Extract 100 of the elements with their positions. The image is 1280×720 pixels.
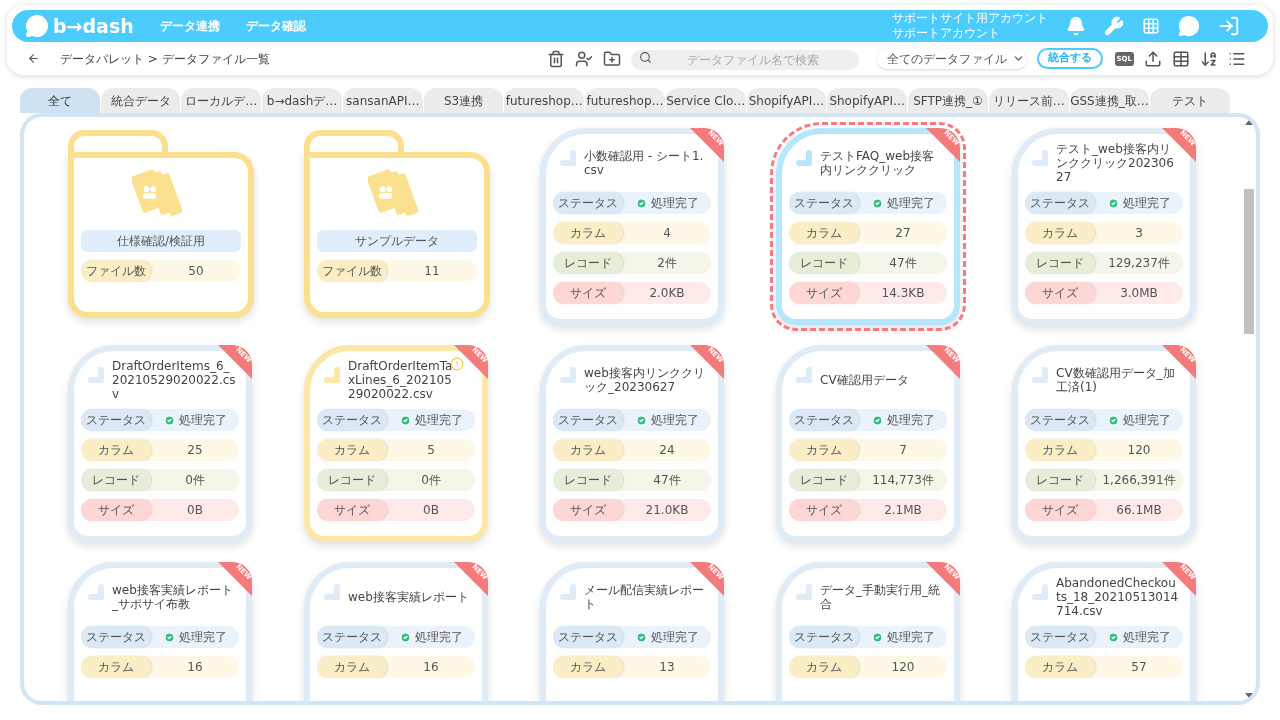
field-label: サイズ <box>553 499 623 521</box>
file-fold-icon <box>560 584 576 600</box>
tab[interactable]: SFTP連携_① <box>908 88 988 113</box>
field-value: 処理完了 <box>1122 412 1171 429</box>
field-value: 2.1MB <box>884 502 922 519</box>
field-value: 2件 <box>657 255 677 272</box>
tab[interactable]: テスト <box>1150 88 1230 113</box>
field-label: レコード <box>789 469 859 491</box>
field-value: 21.0KB <box>645 502 689 519</box>
folder-name: 仕様確認/検証用 <box>81 230 241 252</box>
field-label: サイズ <box>81 499 151 521</box>
file-fold-icon <box>88 367 104 383</box>
file-fold-icon <box>1032 150 1048 166</box>
field-value: 66.1MB <box>1116 502 1162 519</box>
file-fold-icon <box>1032 367 1048 383</box>
field-value: 24 <box>659 442 675 459</box>
field-value: 120 <box>891 659 915 676</box>
folder-plus-icon[interactable] <box>602 49 621 68</box>
field-label: レコード <box>553 252 623 274</box>
field-label: カラム <box>553 439 623 461</box>
field-label: サイズ <box>1025 499 1095 521</box>
field-value: 処理完了 <box>650 412 699 429</box>
field-value: 114,773件 <box>872 472 934 489</box>
tab[interactable]: 全て <box>20 88 100 113</box>
back-icon[interactable] <box>27 52 40 65</box>
check-icon <box>163 414 175 426</box>
tab[interactable]: b→dashデ… <box>262 88 342 113</box>
check-icon <box>163 631 175 643</box>
field-value: 4 <box>663 225 671 242</box>
file-fold-icon <box>1032 584 1048 600</box>
check-icon <box>871 197 883 209</box>
table-icon[interactable] <box>1172 49 1190 68</box>
field-label: ステータス <box>81 409 151 431</box>
field-label: ステータス <box>789 409 859 431</box>
tab[interactable]: 統合データ <box>100 88 181 113</box>
file-name: CV確認用データ <box>820 373 909 387</box>
folder-card[interactable]: サンプルデータ ファイル数 11 <box>304 152 490 318</box>
field-label: カラム <box>789 222 859 244</box>
warning-icon <box>450 357 464 371</box>
check-icon <box>635 631 647 643</box>
tab[interactable]: futureshop… <box>585 88 665 113</box>
field-label: ステータス <box>553 409 623 431</box>
field-value: 14.3KB <box>881 285 925 302</box>
field-value: 処理完了 <box>650 629 699 646</box>
field-label: サイズ <box>1025 282 1095 304</box>
field-value: 11 <box>423 263 441 280</box>
filter-select[interactable]: 全てのデータファイル <box>876 48 1027 69</box>
tab[interactable]: sansanAPI… <box>342 88 423 113</box>
tab[interactable]: S3連携 <box>423 88 504 113</box>
field-label: ファイル数 <box>317 260 387 282</box>
field-label: カラム <box>789 439 859 461</box>
field-value: 0B <box>423 502 439 519</box>
field-value: 処理完了 <box>178 412 227 429</box>
tab[interactable]: Service Clo… <box>665 88 746 113</box>
field-label: レコード <box>81 469 151 491</box>
logo-icon <box>24 14 50 38</box>
tab[interactable]: futureshop… <box>504 88 585 113</box>
tab[interactable]: ローカルデ… <box>181 88 262 113</box>
check-icon <box>399 414 411 426</box>
field-label: レコード <box>1025 252 1095 274</box>
field-value: 処理完了 <box>650 195 699 212</box>
check-icon <box>1107 197 1119 209</box>
field-label: ファイル数 <box>81 260 151 282</box>
file-fold-icon <box>796 584 812 600</box>
user-check-icon[interactable] <box>574 49 593 68</box>
check-icon <box>635 197 647 209</box>
tab[interactable]: ShopifyAPI… <box>827 88 908 113</box>
field-label: ステータス <box>789 626 859 648</box>
field-label: カラム <box>317 656 387 678</box>
field-value: 処理完了 <box>886 629 935 646</box>
field-label: カラム <box>81 656 151 678</box>
field-value: 57 <box>1131 659 1147 676</box>
tab[interactable]: GSS連携_取… <box>1069 88 1150 113</box>
field-value: 50 <box>187 263 205 280</box>
file-fold-icon <box>324 367 340 383</box>
field-value: 処理完了 <box>886 195 935 212</box>
folder-card[interactable]: 仕様確認/検証用 ファイル数 50 <box>68 152 254 318</box>
field-label: カラム <box>553 656 623 678</box>
field-label: カラム <box>317 439 387 461</box>
folder-name: サンプルデータ <box>317 230 477 252</box>
field-value: 0B <box>187 502 203 519</box>
trash-icon[interactable] <box>546 49 565 68</box>
logo-text: b→dash <box>53 16 134 36</box>
field-label: ステータス <box>553 626 623 648</box>
field-value: 16 <box>187 659 203 676</box>
search-icon <box>638 50 652 64</box>
field-label: サイズ <box>553 282 623 304</box>
field-label: カラム <box>1025 656 1095 678</box>
sort-icon[interactable] <box>1200 49 1218 68</box>
field-label: ステータス <box>1025 192 1095 214</box>
tab[interactable]: リリース前… <box>988 88 1069 113</box>
field-label: ステータス <box>81 626 151 648</box>
field-label: ステータス <box>1025 626 1095 648</box>
field-label: サイズ <box>789 282 859 304</box>
account-name: サポートサイト用アカウント <box>892 11 1048 26</box>
field-value: 処理完了 <box>1122 195 1171 212</box>
upload-icon[interactable] <box>1144 49 1162 68</box>
field-label: ステータス <box>1025 409 1095 431</box>
field-value: 0件 <box>421 472 441 489</box>
tab[interactable]: ShopifyAPI… <box>746 88 827 113</box>
